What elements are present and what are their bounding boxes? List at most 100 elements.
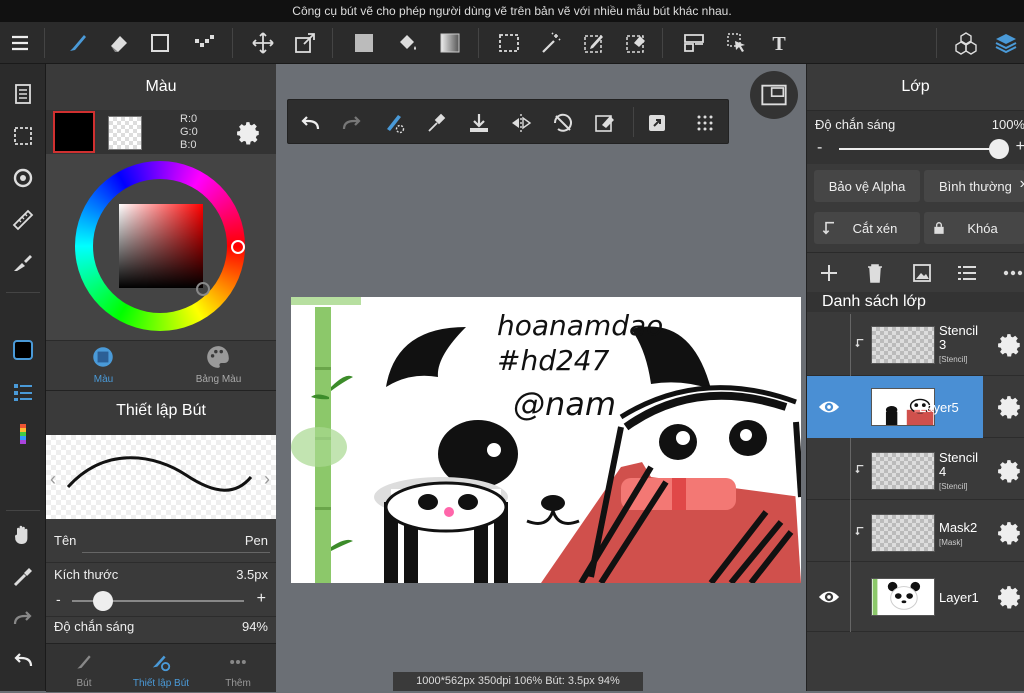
brush-name-row[interactable]: Tên Pen <box>46 519 276 563</box>
canvas-area[interactable]: hoanamdao #hd247 @nam <box>276 64 806 691</box>
blend-mode-button[interactable]: Bình thường › <box>924 170 1024 202</box>
layer-row-layer5[interactable]: Layer5 <box>807 376 1024 438</box>
add-layer-icon[interactable] <box>809 252 849 294</box>
layer-settings-gear-icon[interactable] <box>997 394 1023 420</box>
select-arrow-icon[interactable] <box>717 22 757 64</box>
pages-icon[interactable] <box>3 76 43 112</box>
color-settings-gear-icon[interactable] <box>236 120 262 146</box>
gradient-strip-icon[interactable] <box>3 416 43 452</box>
artwork-text-1: hoanamdao <box>497 309 663 342</box>
select-pen-icon[interactable] <box>574 22 614 64</box>
saturation-value-square[interactable] <box>119 204 203 288</box>
layer-settings-gear-icon[interactable] <box>997 584 1023 610</box>
size-minus-button[interactable]: - <box>56 591 61 607</box>
image-layer-icon[interactable] <box>902 252 942 294</box>
eyedropper-icon[interactable] <box>416 102 456 144</box>
more-options-icon[interactable] <box>993 252 1024 294</box>
canvas-status-bar: 1000*562px 350dpi 106% Bút: 3.5px 94% <box>393 672 643 691</box>
layer-opacity-slider[interactable] <box>839 148 999 150</box>
alpha-protect-button[interactable]: Bảo vệ Alpha <box>814 170 920 202</box>
clip-arrow-icon <box>822 221 834 235</box>
3d-cubes-icon[interactable] <box>946 22 986 64</box>
tab-brush-settings[interactable]: Thiết lập Bút <box>122 644 200 693</box>
clear-icon[interactable] <box>585 102 625 144</box>
size-plus-button[interactable]: + <box>257 590 266 608</box>
clipping-button[interactable]: Cắt xén <box>814 212 920 244</box>
ruler-icon[interactable] <box>3 202 43 238</box>
layer-settings-gear-icon[interactable] <box>997 332 1023 358</box>
brush-icon[interactable] <box>58 22 98 64</box>
color-swatch-icon[interactable] <box>3 332 43 368</box>
bucket-icon[interactable] <box>387 22 427 64</box>
layer-opacity-minus[interactable]: - <box>817 139 822 157</box>
palette-icon <box>207 346 229 368</box>
flip-icon[interactable] <box>501 102 541 144</box>
tab-brush[interactable]: Bút <box>46 644 122 693</box>
lock-button[interactable]: Khóa <box>924 212 1024 244</box>
window-icon <box>761 84 787 106</box>
prev-brush-icon[interactable]: ‹ <box>50 469 56 490</box>
primary-color-swatch[interactable] <box>53 111 95 153</box>
layers-icon[interactable] <box>986 22 1024 64</box>
eraser-icon[interactable] <box>99 22 139 64</box>
save-icon[interactable] <box>459 102 499 144</box>
svg-text:T: T <box>772 33 786 55</box>
clip-indicator-icon <box>855 527 864 536</box>
layer-row-stencil4[interactable]: Stencil 4 [Stencil] <box>807 438 1024 500</box>
color-tab-icon <box>93 347 113 367</box>
magic-wand-icon[interactable] <box>531 22 571 64</box>
eyedrop-fill-icon[interactable] <box>3 244 43 280</box>
layout-icon[interactable] <box>674 22 714 64</box>
redo-icon[interactable] <box>332 102 372 144</box>
tab-palette[interactable]: Bảng Màu <box>161 340 276 390</box>
select-eraser-icon[interactable] <box>616 22 656 64</box>
eyedropper-icon[interactable] <box>3 558 43 594</box>
snap-icon[interactable] <box>374 102 414 144</box>
layer-settings-gear-icon[interactable] <box>997 520 1023 546</box>
share-icon[interactable] <box>637 102 677 144</box>
layer-panel-title: Lớp <box>901 78 930 95</box>
undo-icon[interactable] <box>290 102 330 144</box>
move-icon[interactable] <box>243 22 283 64</box>
layer-row-stencil3[interactable]: Stencil 3 [Stencil] <box>807 314 1024 376</box>
layer-thumbnail <box>871 578 935 616</box>
hue-handle[interactable] <box>231 240 245 254</box>
layer-thumbnail <box>871 514 935 552</box>
view-toggle-button[interactable] <box>750 71 798 119</box>
layer-list-icon[interactable] <box>947 252 987 294</box>
rotate-icon[interactable] <box>3 160 43 196</box>
layer-settings-gear-icon[interactable] <box>997 458 1023 484</box>
eye-visible-icon[interactable] <box>814 586 844 608</box>
menu-icon[interactable] <box>0 22 40 64</box>
grid-menu-icon[interactable] <box>685 102 725 144</box>
layer-row-layer1[interactable]: Layer1 <box>807 562 1024 632</box>
layers-list-icon[interactable] <box>3 374 43 410</box>
color-handle[interactable] <box>196 282 210 296</box>
rgb-b-value: B:0 <box>180 139 197 151</box>
layer-opacity-plus[interactable]: + <box>1016 138 1024 156</box>
secondary-color-swatch[interactable] <box>108 116 142 150</box>
brush-panel-title: Thiết lập Bút <box>116 402 206 419</box>
text-icon[interactable]: T <box>759 22 799 64</box>
trash-icon[interactable] <box>855 252 895 294</box>
rectangle-icon[interactable] <box>140 22 180 64</box>
lock-icon <box>934 222 944 234</box>
selection-icon[interactable] <box>3 118 43 154</box>
dot-brush-icon[interactable] <box>184 22 224 64</box>
transform-icon[interactable] <box>285 22 325 64</box>
eye-visible-icon[interactable] <box>814 396 844 418</box>
tab-more[interactable]: Thêm <box>200 644 276 693</box>
gradient-icon[interactable] <box>430 22 470 64</box>
rotate-reset-icon[interactable] <box>543 102 583 144</box>
tab-color[interactable]: Màu <box>46 340 161 390</box>
next-brush-icon[interactable]: › <box>264 469 270 490</box>
hand-icon[interactable] <box>3 516 43 552</box>
drawing-canvas[interactable]: hoanamdao #hd247 @nam <box>291 297 801 583</box>
select-rect-icon[interactable] <box>489 22 529 64</box>
size-slider-knob[interactable] <box>92 591 113 611</box>
fill-color-icon[interactable] <box>344 22 384 64</box>
undo-icon[interactable] <box>3 642 43 678</box>
layer-opacity-knob[interactable] <box>989 139 1009 159</box>
layer-row-mask2[interactable]: Mask2 [Mask] <box>807 500 1024 562</box>
redo-icon[interactable] <box>3 600 43 636</box>
